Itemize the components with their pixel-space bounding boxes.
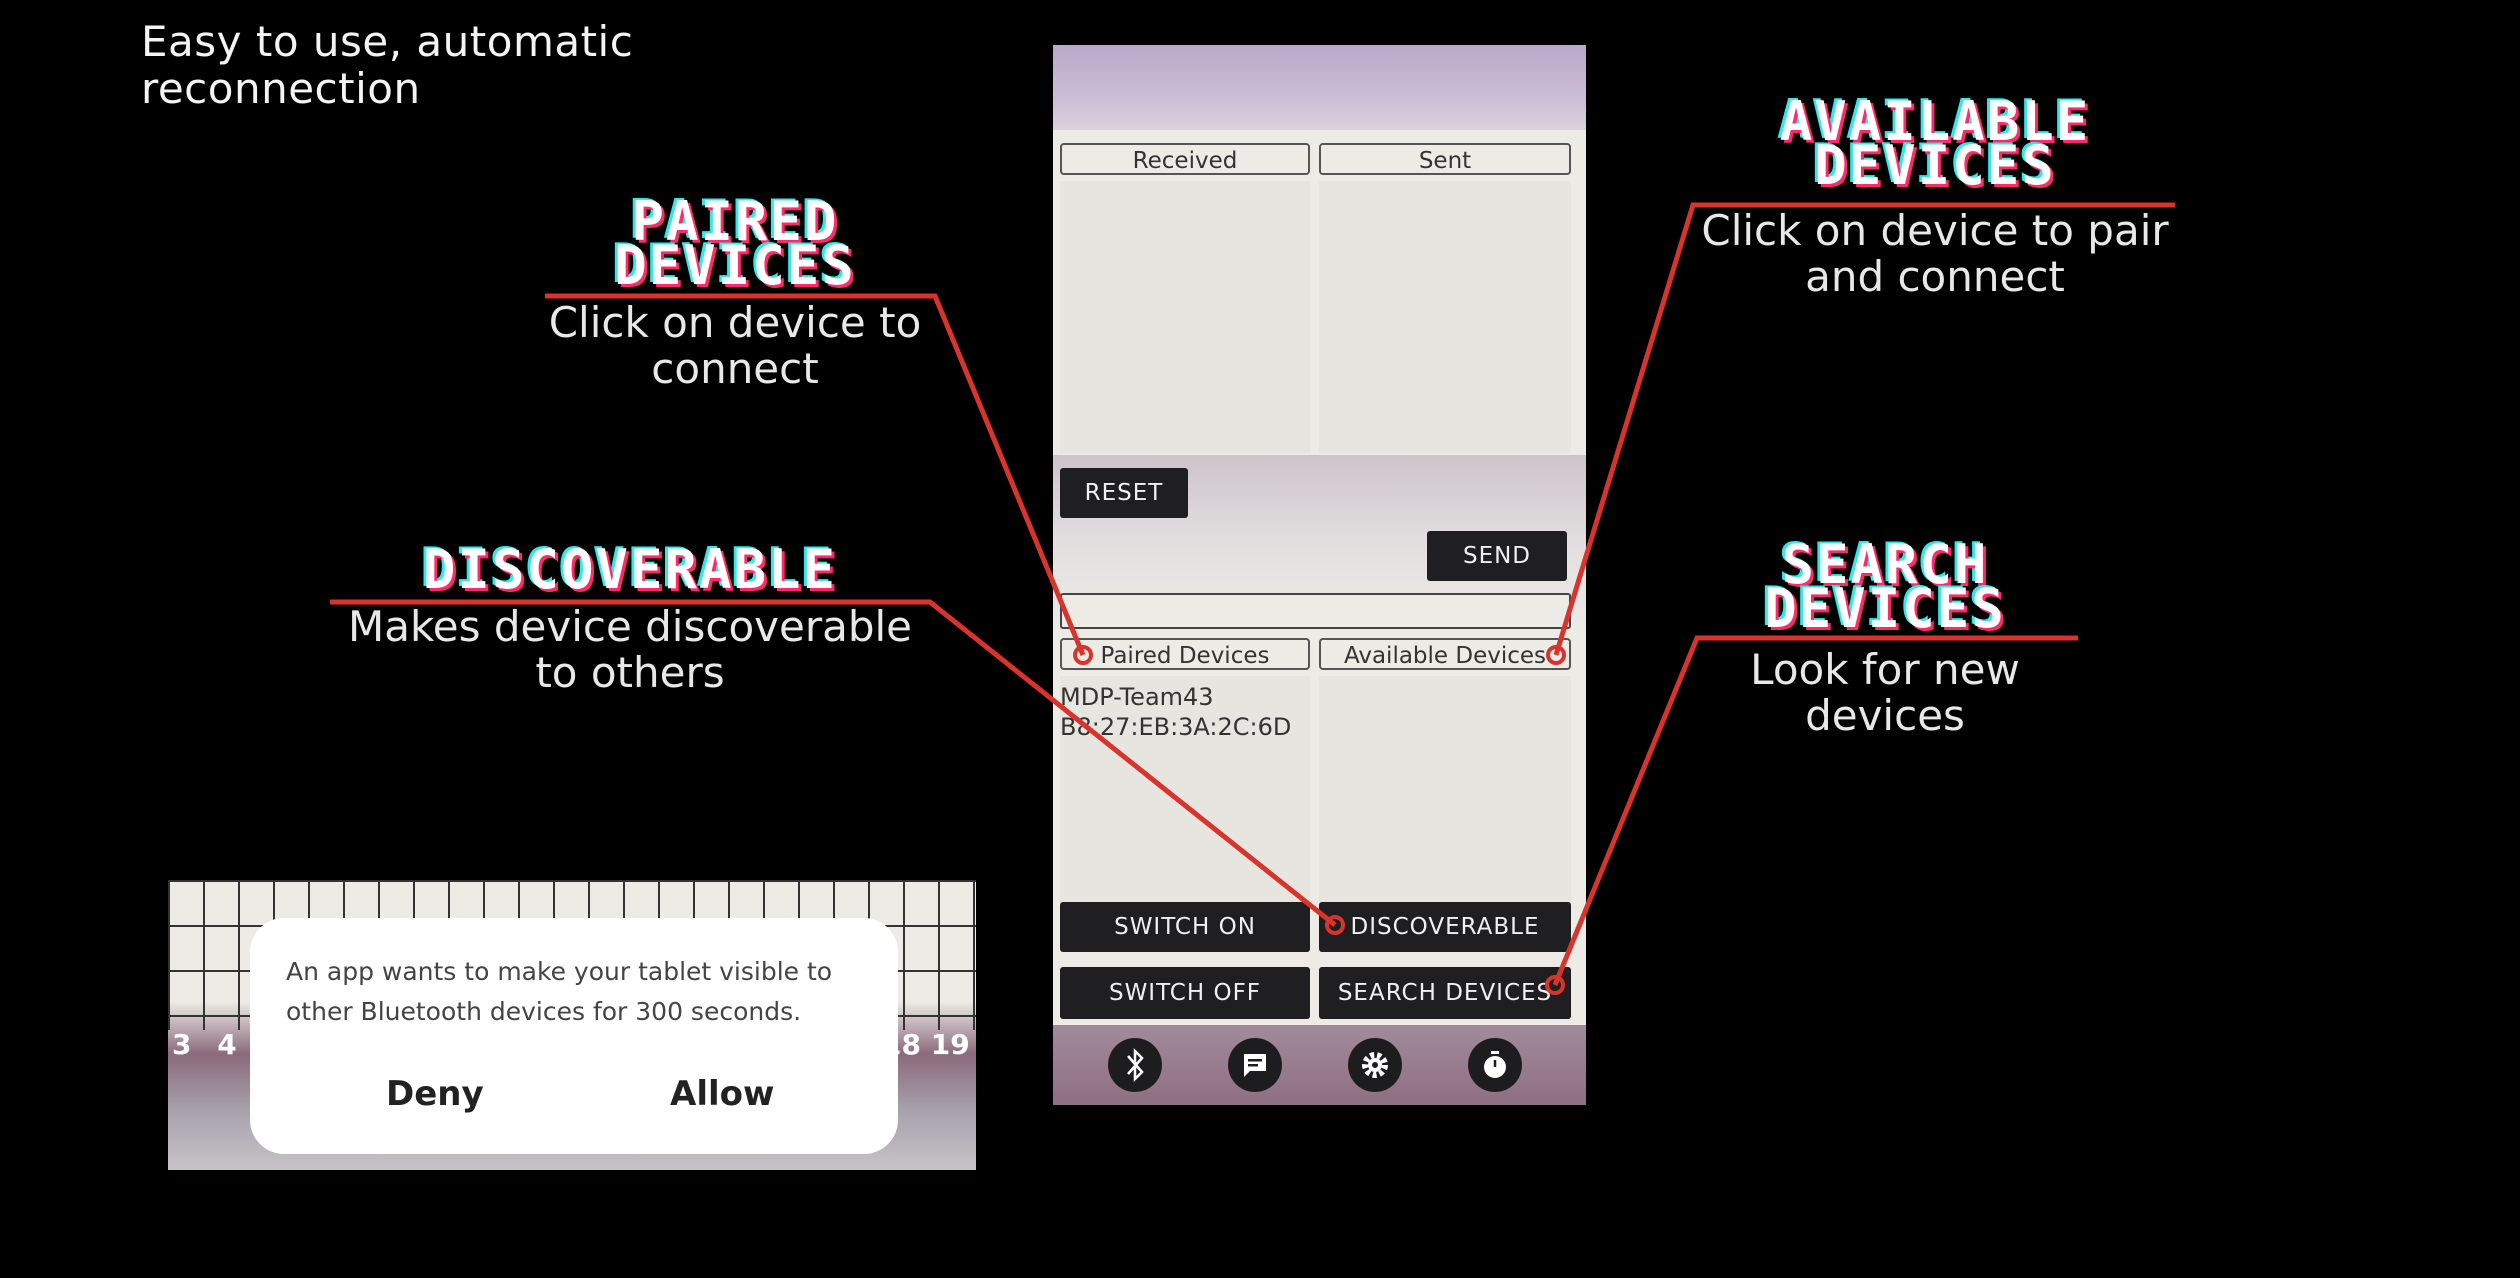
- available-devices-leader-line: [1553, 202, 2175, 656]
- search-devices-leader-line: [1552, 635, 2078, 986]
- annotation-lines: [330, 202, 2175, 995]
- discoverable-leader-line: [330, 599, 1337, 927]
